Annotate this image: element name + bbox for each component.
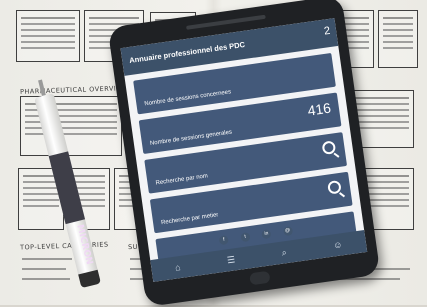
notebook-label: TOP-LEVEL CATEGORIES xyxy=(19,240,109,252)
pen-cap xyxy=(78,269,101,289)
card-value: 416 xyxy=(306,99,332,119)
user-icon[interactable]: ☺ xyxy=(333,239,344,250)
search-icon[interactable]: ⌕ xyxy=(281,247,288,259)
phone-speaker xyxy=(186,14,266,30)
handwriting xyxy=(22,268,66,270)
card-label: Recherche par metier xyxy=(160,212,219,227)
phone-screen: Annuaire professionnel des PDC 2 Nombre … xyxy=(120,18,368,282)
card-label: Nombre de sessions concernees xyxy=(144,89,232,108)
search-icon xyxy=(321,140,337,155)
app-title: Annuaire professionnel des PDC xyxy=(128,39,246,66)
handwriting xyxy=(22,278,70,280)
handwriting xyxy=(22,258,72,260)
sketch-box xyxy=(16,10,80,62)
phone-home-button[interactable] xyxy=(249,270,271,286)
home-icon[interactable]: ⌂ xyxy=(174,262,181,273)
pen-tip xyxy=(38,79,46,97)
header-badge: 2 xyxy=(323,24,331,38)
card-label: Recherche par nom xyxy=(155,173,209,187)
list-icon[interactable]: ☰ xyxy=(226,254,236,266)
search-icon xyxy=(327,179,342,195)
sketch-box xyxy=(378,10,418,68)
smartphone: Annuaire professionnel des PDC 2 Nombre … xyxy=(107,0,381,307)
card-label: Nombre de sessions generales xyxy=(149,129,233,147)
